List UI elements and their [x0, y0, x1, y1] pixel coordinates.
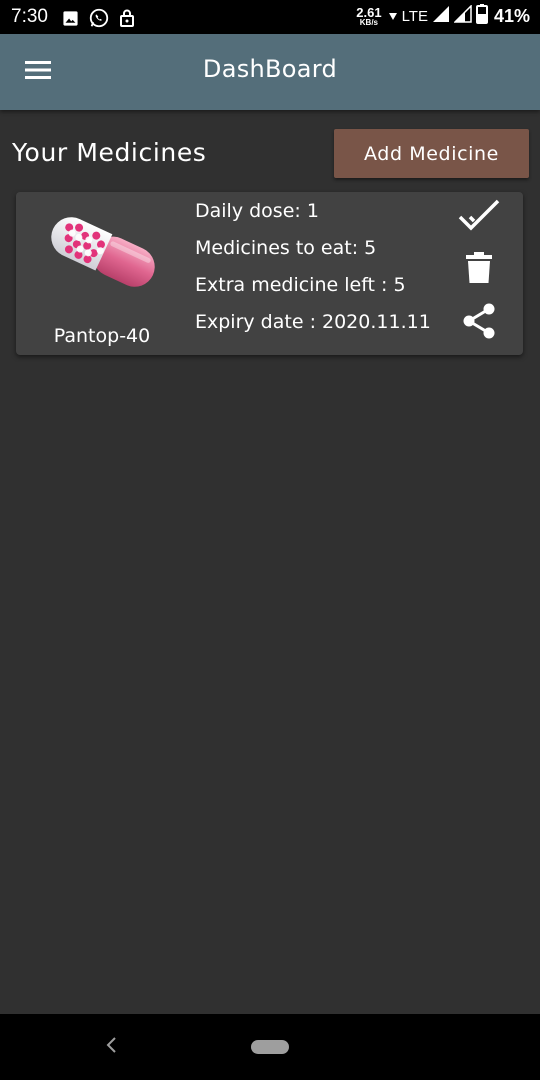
- medicine-name: Pantop-40: [53, 325, 151, 347]
- share-button[interactable]: [458, 302, 500, 344]
- battery-icon: [475, 4, 488, 29]
- lock-icon: [119, 9, 135, 32]
- signal-icon: [432, 5, 450, 28]
- delete-button[interactable]: [458, 250, 500, 290]
- navigation-bar: [0, 1014, 540, 1080]
- section-title: Your Medicines: [12, 138, 207, 167]
- app-bar: DashBoard: [0, 34, 540, 110]
- mark-taken-button[interactable]: [456, 198, 502, 238]
- notification-icons: [62, 7, 135, 34]
- home-pill-icon[interactable]: [251, 1040, 289, 1054]
- add-medicine-button[interactable]: Add Medicine: [334, 129, 529, 178]
- share-icon: [462, 303, 496, 343]
- status-bar: 7:30 2.61 KB/s LTE 41%: [0, 0, 540, 34]
- whatsapp-icon: [88, 7, 110, 34]
- medicine-card[interactable]: Pantop-40 Daily dose: 1 Medicines to eat…: [16, 192, 523, 355]
- medicines-to-eat: Medicines to eat: 5: [195, 237, 377, 259]
- daily-dose: Daily dose: 1: [195, 200, 319, 222]
- back-button[interactable]: [96, 1032, 126, 1062]
- system-status: 2.61 KB/s LTE 41%: [356, 4, 530, 29]
- network-speed: 2.61 KB/s: [356, 5, 382, 27]
- double-check-icon: [458, 199, 500, 237]
- battery-percent: 41%: [493, 6, 530, 26]
- data-arrow-icon: [388, 8, 398, 26]
- capsule-icon: [44, 212, 162, 292]
- status-time: 7:30: [11, 6, 48, 27]
- delete-icon: [466, 252, 492, 288]
- extra-medicine-left: Extra medicine left : 5: [195, 274, 406, 296]
- page-title: DashBoard: [202, 55, 338, 83]
- image-icon: [62, 10, 79, 32]
- signal-icon: [453, 4, 472, 28]
- back-icon: [105, 1036, 117, 1058]
- network-type: LTE: [401, 8, 428, 25]
- expiry-date: Expiry date : 2020.11.11: [195, 311, 431, 333]
